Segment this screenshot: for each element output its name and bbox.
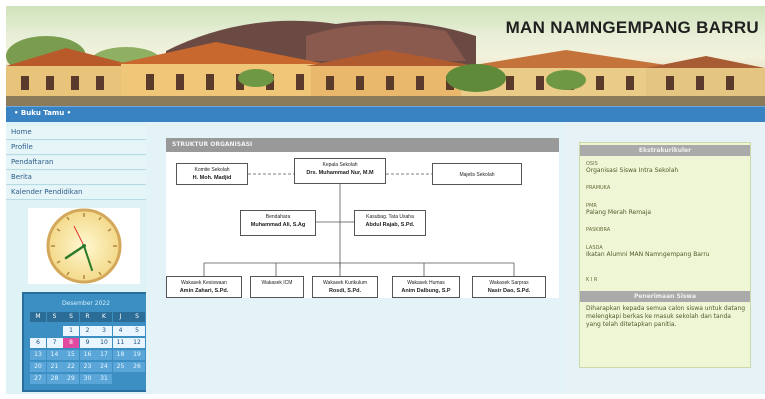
calendar-day[interactable]: 6 — [30, 338, 46, 348]
nav-bar: • Buku Tamu • — [6, 106, 765, 122]
info-panel: Ekstrakurikuler OSIS Organisasi Siswa In… — [579, 142, 751, 368]
calendar-day[interactable]: 26 — [129, 362, 145, 372]
calendar-day[interactable]: 14 — [46, 350, 63, 360]
calendar-weekday: R — [79, 312, 96, 322]
item-label-paskibra: PASKIBRA — [586, 227, 611, 233]
penerimaan-text: Diharapkan kepada semua calon siswa untu… — [586, 305, 746, 328]
item-text-osis: Organisasi Siswa Intra Sekolah — [586, 167, 679, 174]
org-box-icm: Wakasek ICM — [250, 276, 304, 298]
calendar-day[interactable]: 18 — [112, 350, 129, 360]
nav-link-buku-tamu[interactable]: • Buku Tamu • — [14, 109, 71, 117]
calendar-empty-cell — [129, 374, 145, 384]
calendar-empty-cell — [113, 374, 129, 384]
calendar-day[interactable]: 24 — [96, 362, 112, 372]
calendar-day[interactable]: 20 — [30, 362, 46, 372]
calendar-empty-cell — [30, 326, 46, 336]
item-label-kir: K I R — [586, 277, 598, 283]
page: MAN NAMNGEMPANG BARRU • Buku Tamu • Home… — [0, 0, 765, 399]
org-box-kepala-sekolah: Kepala Sekolah Drs. Muhammad Nur, M.M — [294, 158, 386, 184]
calendar-day[interactable]: 30 — [79, 374, 96, 384]
calendar-day[interactable]: 2 — [79, 326, 96, 336]
ekstrakurikuler-heading: Ekstrakurikuler — [580, 145, 750, 156]
calendar-day[interactable]: 28 — [46, 374, 63, 384]
calendar-day[interactable]: 15 — [63, 350, 79, 360]
sidebar-item-profile[interactable]: Profile — [6, 141, 146, 155]
calendar-day[interactable]: 23 — [79, 362, 96, 372]
item-label-pramuka: PRAMUKA — [586, 185, 611, 191]
item-text-pmr: Palang Merah Remaja — [586, 209, 652, 216]
calendar-day[interactable]: 10 — [96, 338, 112, 348]
org-chart-panel: STRUKTUR ORGANISASI Komite Sekolah H. Mo… — [166, 138, 559, 298]
penerimaan-heading: Penerimaan Siswa — [580, 291, 750, 302]
org-box-tata-usaha: Kasubag. Tata Usaha Abdul Rajab, S.Pd. — [354, 210, 426, 236]
org-box-majelis: Majelis Sekolah — [432, 163, 522, 185]
calendar-widget: Desember 2022 M S S R K J S 1 2 3 4 5 6 7 8 9 10 11 12 13 14… — [22, 292, 150, 392]
calendar-day[interactable]: 4 — [112, 326, 129, 336]
site-title: MAN NAMNGEMPANG BARRU — [505, 18, 759, 37]
sidebar-item-home[interactable]: Home — [6, 126, 146, 140]
calendar-day[interactable]: 31 — [96, 374, 112, 384]
calendar-weekday: J — [112, 312, 129, 322]
sidebar: Home Profile Pendaftaran Berita Kalender… — [6, 122, 150, 394]
calendar-day[interactable]: 16 — [79, 350, 96, 360]
calendar-title: Desember 2022 — [61, 300, 111, 307]
calendar-day[interactable]: 29 — [63, 374, 79, 384]
calendar-day[interactable]: 17 — [96, 350, 112, 360]
calendar-weekday: S — [46, 312, 63, 322]
item-text-lasda: Ikatan Alumni MAN Namngempang Barru — [586, 251, 710, 258]
calendar-weekday: K — [96, 312, 112, 322]
calendar-day[interactable]: 9 — [79, 338, 96, 348]
org-box-humas: Wakasek Humas Anim Dalbung, S.P — [392, 276, 460, 298]
calendar-weekday: S — [63, 312, 79, 322]
calendar-day[interactable]: 27 — [30, 374, 46, 384]
calendar-day[interactable]: 3 — [96, 326, 112, 336]
sidebar-item-berita[interactable]: Berita — [6, 171, 146, 185]
calendar-day[interactable]: 11 — [112, 338, 129, 348]
right-sidebar: Ekstrakurikuler OSIS Organisasi Siswa In… — [565, 122, 765, 394]
calendar-day[interactable]: 25 — [112, 362, 129, 372]
calendar-day[interactable]: 12 — [129, 338, 145, 348]
calendar-day[interactable]: 5 — [129, 326, 145, 336]
calendar-weekday: M — [30, 312, 46, 322]
clock-widget — [28, 208, 140, 284]
header-banner: MAN NAMNGEMPANG BARRU — [6, 6, 765, 106]
calendar-empty-cell — [47, 326, 63, 336]
calendar-day[interactable]: 1 — [63, 326, 79, 336]
calendar-day[interactable]: 19 — [129, 350, 145, 360]
clock-icon — [46, 208, 122, 284]
sidebar-item-pendaftaran[interactable]: Pendaftaran — [6, 156, 146, 170]
calendar-day[interactable]: 8 — [63, 338, 79, 348]
calendar-day[interactable]: 7 — [46, 338, 63, 348]
calendar-day[interactable]: 21 — [46, 362, 63, 372]
calendar-weekday: S — [129, 312, 145, 322]
org-box-sarpras: Wakasek Sarpras Nasir Dao, S.Pd. — [472, 276, 546, 298]
main-content: STRUKTUR ORGANISASI Komite Sekolah H. Mo… — [146, 122, 565, 394]
org-box-kesiswaan: Wakasek Kesiswaan Amin Zahari, S.Pd. — [166, 276, 242, 298]
calendar-day[interactable]: 22 — [63, 362, 79, 372]
calendar-day[interactable]: 13 — [30, 350, 46, 360]
sidebar-item-kalender[interactable]: Kalender Pendidikan — [6, 186, 146, 200]
org-box-komite: Komite Sekolah H. Moh. Madjid — [176, 163, 248, 185]
org-box-bendahara: Bendahara Muhammad Ali, S.Ag — [240, 210, 316, 236]
org-box-kurikulum: Wakasek Kurikulum Rosdi, S.Pd. — [312, 276, 378, 298]
